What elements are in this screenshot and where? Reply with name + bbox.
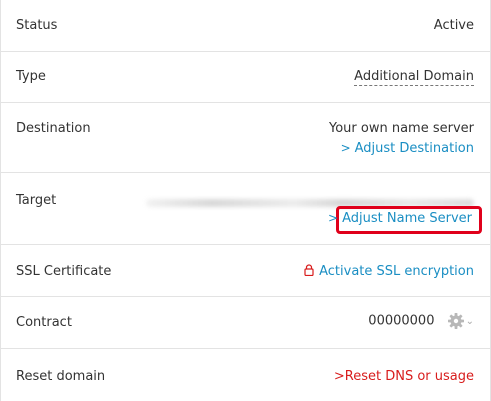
chevron-right-icon: > xyxy=(328,211,339,225)
destination-value: Your own name server xyxy=(329,121,474,136)
activate-ssl-label: Activate SSL encryption xyxy=(319,264,474,279)
contract-value-group: 00000000 ⌄ xyxy=(368,312,474,330)
destination-label: Destination xyxy=(16,121,91,136)
ssl-label: SSL Certificate xyxy=(16,264,112,279)
chevron-right-icon: > xyxy=(340,141,351,155)
reset-dns-link[interactable]: >Reset DNS or usage xyxy=(334,369,474,384)
reset-row: Reset domain >Reset DNS or usage xyxy=(1,349,490,401)
adjust-name-server-label: Adjust Name Server xyxy=(342,211,472,226)
ssl-row: SSL Certificate Activate SSL encryption xyxy=(1,245,490,297)
gear-icon[interactable] xyxy=(447,312,465,330)
caret-down-icon[interactable]: ⌄ xyxy=(466,316,474,327)
adjust-name-server-link[interactable]: > Adjust Name Server xyxy=(328,211,472,226)
domain-details-panel: Status Active Type Additional Domain Des… xyxy=(0,0,491,401)
destination-row: Destination Your own name server > Adjust… xyxy=(1,103,490,173)
reset-dns-label: Reset DNS or usage xyxy=(344,369,474,384)
type-label: Type xyxy=(16,69,46,84)
target-label: Target xyxy=(16,193,57,208)
status-row: Status Active xyxy=(1,0,490,52)
status-label: Status xyxy=(16,18,58,33)
type-value[interactable]: Additional Domain xyxy=(354,69,474,86)
contract-number: 00000000 xyxy=(368,313,435,329)
reset-label: Reset domain xyxy=(16,369,106,384)
type-row: Type Additional Domain xyxy=(1,52,490,103)
adjust-destination-link[interactable]: > Adjust Destination xyxy=(341,141,474,156)
contract-label: Contract xyxy=(16,315,72,330)
chevron-right-icon: > xyxy=(333,369,345,384)
lock-icon xyxy=(304,264,314,276)
target-row: Target > Adjust Name Server xyxy=(1,173,490,245)
activate-ssl-link[interactable]: Activate SSL encryption xyxy=(304,264,474,279)
contract-row: Contract 00000000 ⌄ xyxy=(1,297,490,349)
adjust-destination-label: Adjust Destination xyxy=(354,141,474,156)
status-value: Active xyxy=(433,18,474,33)
